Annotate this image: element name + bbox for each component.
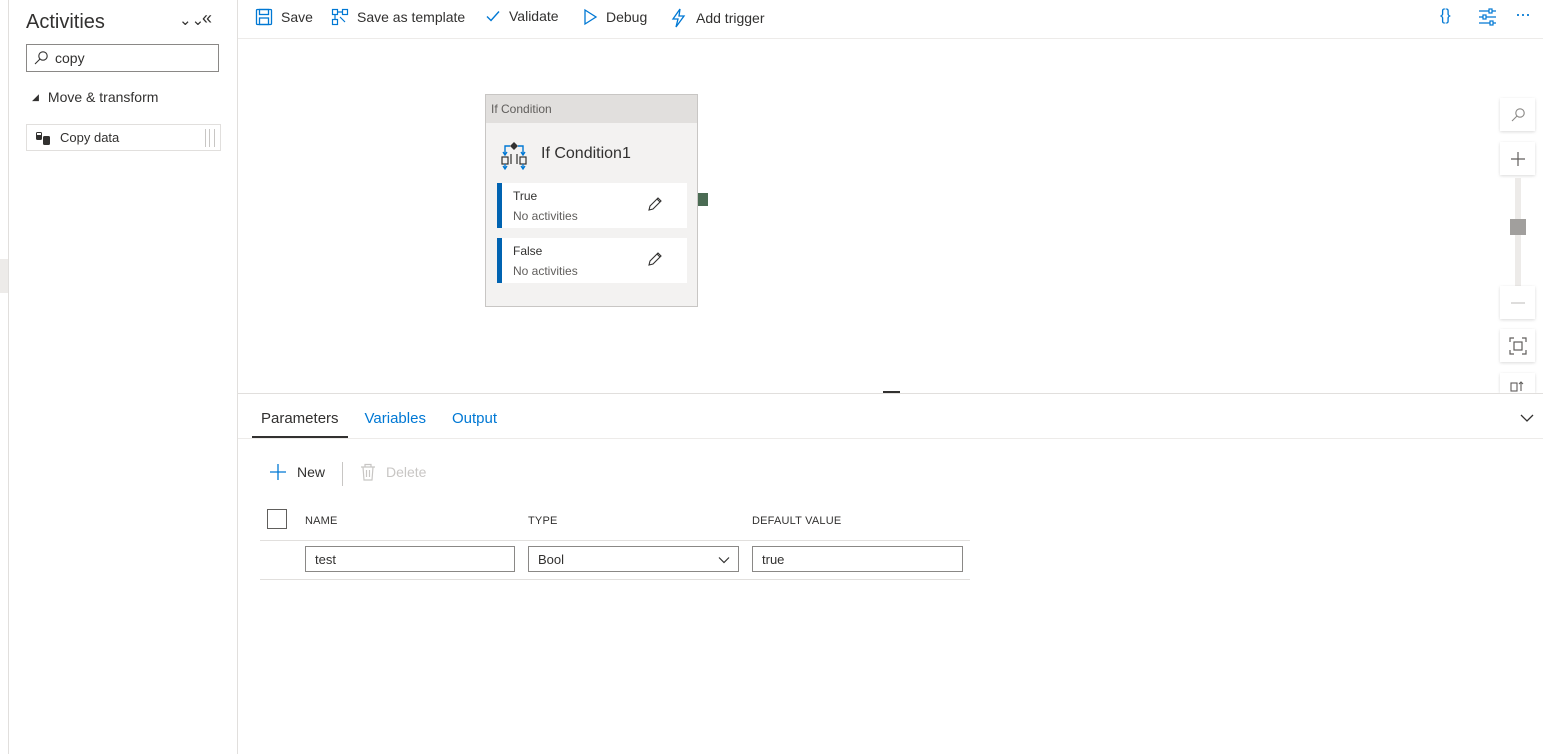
plus-icon [1510,151,1525,166]
drag-grip-icon [205,129,215,147]
zoom-out-button[interactable] [1500,286,1535,319]
more-options-icon[interactable]: ··· [1515,4,1531,25]
chevron-down-icon[interactable] [1519,410,1535,426]
column-header-default-value: DEFAULT VALUE [752,515,842,527]
collapse-all-icon[interactable]: ⌄⌄ [179,11,204,29]
new-parameter-button[interactable]: New [269,463,325,481]
activities-title: Activities [26,11,105,33]
plus-icon [270,464,286,480]
search-icon [1511,107,1525,121]
category-label: Move & transform [47,89,159,105]
category-move-transform[interactable]: ◢ Move & transform [32,89,158,105]
branch-status: No activities [513,209,578,223]
hide-panel-icon[interactable]: « [202,8,212,29]
pipeline-toolbar: Save Save as template Validate Debug Add… [238,0,1543,39]
parameters-table: NAME TYPE DEFAULT VALUE Bool [260,504,970,580]
validate-label: Validate [509,8,559,24]
save-label: Save [281,9,313,25]
edit-pencil-icon[interactable] [647,196,663,212]
if-condition-activity[interactable]: If Condition If Condition1 True No activ… [485,94,698,307]
select-all-checkbox[interactable] [267,509,287,529]
fit-to-screen-icon [1508,336,1527,355]
save-as-template-label: Save as template [357,9,466,25]
edit-pencil-icon[interactable] [647,251,663,267]
activity-item-label: Copy data [60,130,120,145]
parameter-name-input[interactable] [305,546,515,572]
debug-label: Debug [606,9,648,25]
checkmark-icon [486,11,500,22]
auto-align-button[interactable] [1500,373,1535,393]
tab-parameters[interactable]: Parameters [252,394,348,438]
activity-type-label: If Condition [486,95,697,123]
output-connector-handle[interactable] [698,193,708,206]
delete-label: Delete [386,464,427,480]
pipeline-canvas[interactable]: If Condition If Condition1 True No activ… [238,39,1543,393]
canvas-search-button[interactable] [1500,98,1535,131]
branch-status: No activities [513,264,578,278]
tabs-divider [238,438,1543,439]
table-row: Bool [260,541,970,580]
code-braces-icon[interactable]: {} [1440,7,1451,25]
validate-button[interactable]: Validate [485,8,559,24]
minus-icon [1510,301,1525,304]
copy-data-icon [36,131,50,145]
properties-tabs: Parameters Variables Output [252,394,514,438]
zoom-in-button[interactable] [1500,142,1535,175]
tab-output[interactable]: Output [443,394,506,438]
branch-name: True [513,189,538,203]
pipeline-properties-panel: Parameters Variables Output New Delete N… [238,393,1543,754]
left-nav-strip [0,0,9,754]
activity-name: If Condition1 [541,145,631,162]
expanded-triangle-icon: ◢ [32,91,39,102]
parameter-type-value: Bool [538,552,565,567]
branch-false[interactable]: False No activities [497,238,687,283]
auto-align-icon [1509,381,1523,392]
properties-sliders-icon[interactable] [1478,8,1497,26]
column-header-type: TYPE [528,515,558,527]
parameter-type-select[interactable]: Bool [528,546,739,572]
zoom-to-fit-button[interactable] [1500,329,1535,362]
trash-icon [361,463,375,481]
save-button[interactable]: Save [255,8,313,26]
branch-true[interactable]: True No activities [497,183,687,228]
search-icon [34,51,48,65]
delete-parameter-button[interactable]: Delete [360,463,426,481]
debug-button[interactable]: Debug [582,8,647,26]
activity-item-copy-data[interactable]: Copy data [26,124,221,151]
branch-name: False [513,244,543,258]
new-label: New [297,464,326,480]
activities-search-input[interactable] [55,50,205,66]
add-trigger-label: Add trigger [696,10,765,26]
expand-handle[interactable] [0,259,8,293]
save-as-template-button[interactable]: Save as template [331,8,465,26]
chevron-down-icon [718,557,730,564]
column-header-name: NAME [305,515,338,527]
add-trigger-button[interactable]: Add trigger [670,8,764,28]
parameter-default-value-input[interactable] [752,546,963,572]
activities-panel: Activities ⌄⌄ « ◢ Move & transform Copy … [9,0,238,754]
tab-variables[interactable]: Variables [356,394,435,438]
if-condition-icon [501,142,527,170]
table-header: NAME TYPE DEFAULT VALUE [260,504,970,541]
zoom-slider-thumb[interactable] [1510,219,1526,236]
toolbar-separator [342,462,343,486]
save-icon [255,8,273,26]
play-icon [584,8,598,26]
lightning-icon [671,8,686,28]
template-icon [331,8,349,26]
activities-search-box[interactable] [26,44,219,72]
